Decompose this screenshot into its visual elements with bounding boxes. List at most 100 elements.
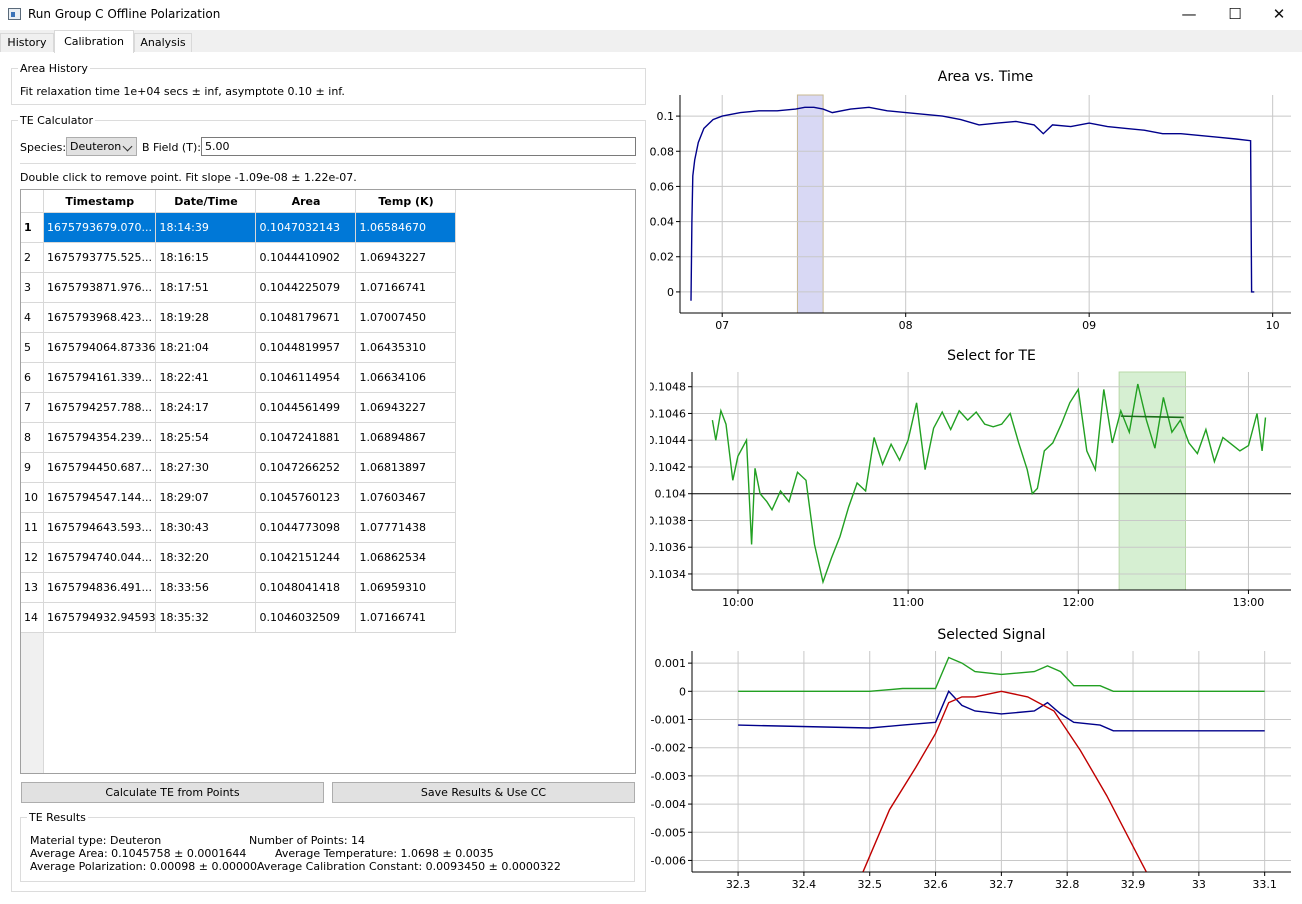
cell-timestamp[interactable]: 1675793968.423... <box>43 302 157 333</box>
table-row[interactable]: 14 1675794932.94593 18:35:32 0.1046032509 1.… <box>21 602 457 633</box>
cell-timestamp[interactable]: 1675794161.339... <box>43 362 157 393</box>
cell-datetime[interactable]: 18:21:04 <box>155 332 257 363</box>
table-row[interactable]: 6 1675794161.339... 18:22:41 0.1046114954 1.… <box>21 362 457 393</box>
cell-temp[interactable]: 1.06813897 <box>355 452 457 483</box>
cell-temp[interactable]: 1.06584670 <box>355 212 457 243</box>
cell-temp[interactable]: 1.06943227 <box>355 242 457 273</box>
row-header[interactable]: 11 <box>21 512 44 543</box>
tab-analysis[interactable]: Analysis <box>134 33 192 52</box>
cell-area[interactable]: 0.1044561499 <box>255 392 357 423</box>
cell-area[interactable]: 0.1047032143 <box>255 212 357 243</box>
cell-area[interactable]: 0.1048041418 <box>255 572 357 603</box>
cell-temp[interactable]: 1.06435310 <box>355 332 457 363</box>
row-header[interactable]: 5 <box>21 332 44 363</box>
cell-temp[interactable]: 1.07166741 <box>355 272 457 303</box>
cell-area[interactable]: 0.1046032509 <box>255 602 357 633</box>
cell-timestamp[interactable]: 1675793871.976... <box>43 272 157 303</box>
cell-area[interactable]: 0.1044819957 <box>255 332 357 363</box>
row-header[interactable]: 2 <box>21 242 44 273</box>
cell-datetime[interactable]: 18:24:17 <box>155 392 257 423</box>
selected-signal-chart[interactable]: 32.3 32.4 32.5 32.6 32.7 32.8 32.9 33 33.1 -0.006… <box>650 647 1300 892</box>
table-row[interactable]: 1 1675793679.070... 18:14:39 0.1047032143 1.… <box>21 212 457 243</box>
col-header-area[interactable]: Area <box>255 190 357 213</box>
tab-history[interactable]: History <box>0 33 54 52</box>
cell-timestamp[interactable]: 1675794354.239... <box>43 422 157 453</box>
cell-timestamp[interactable]: 1675794740.044... <box>43 542 157 573</box>
cell-temp[interactable]: 1.07007450 <box>355 302 457 333</box>
table-row[interactable]: 3 1675793871.976... 18:17:51 0.1044225079 1.… <box>21 272 457 303</box>
cell-datetime[interactable]: 18:19:28 <box>155 302 257 333</box>
cell-datetime[interactable]: 18:25:54 <box>155 422 257 453</box>
cell-datetime[interactable]: 18:14:39 <box>155 212 257 243</box>
table-row[interactable]: 2 1675793775.525... 18:16:15 0.1044410902 1.… <box>21 242 457 273</box>
cell-timestamp[interactable]: 1675794932.94593 <box>43 602 157 633</box>
row-header[interactable]: 6 <box>21 362 44 393</box>
cell-area[interactable]: 0.1047266252 <box>255 452 357 483</box>
cell-timestamp[interactable]: 1675794064.87336 <box>43 332 157 363</box>
cell-timestamp[interactable]: 1675793775.525... <box>43 242 157 273</box>
minimize-button[interactable]: — <box>1166 0 1212 30</box>
row-header[interactable]: 14 <box>21 602 44 633</box>
table-row[interactable]: 11 1675794643.593... 18:30:43 0.1044773098 1… <box>21 512 457 543</box>
table-row[interactable]: 4 1675793968.423... 18:19:28 0.1048179671 1.… <box>21 302 457 333</box>
select-for-te-chart[interactable]: 10:00 11:00 12:00 13:00 0.1034 0.1036 0.1038 0.… <box>650 368 1300 613</box>
cell-timestamp[interactable]: 1675793679.070... <box>43 212 157 243</box>
row-header[interactable]: 12 <box>21 542 44 573</box>
row-header[interactable]: 4 <box>21 302 44 333</box>
cell-datetime[interactable]: 18:33:56 <box>155 572 257 603</box>
cell-datetime[interactable]: 18:30:43 <box>155 512 257 543</box>
col-header-temp[interactable]: Temp (K) <box>355 190 457 213</box>
cell-temp[interactable]: 1.06959310 <box>355 572 457 603</box>
species-dropdown[interactable]: Deuteron <box>66 137 137 156</box>
cell-datetime[interactable]: 18:27:30 <box>155 452 257 483</box>
row-header[interactable]: 9 <box>21 452 44 483</box>
col-header-datetime[interactable]: Date/Time <box>155 190 257 213</box>
cell-temp[interactable]: 1.07603467 <box>355 482 457 513</box>
row-header[interactable]: 8 <box>21 422 44 453</box>
cell-area[interactable]: 0.1044410902 <box>255 242 357 273</box>
table-row[interactable]: 9 1675794450.687... 18:27:30 0.1047266252 1.… <box>21 452 457 483</box>
cell-area[interactable]: 0.1044225079 <box>255 272 357 303</box>
cell-timestamp[interactable]: 1675794643.593... <box>43 512 157 543</box>
cell-area[interactable]: 0.1047241881 <box>255 422 357 453</box>
cell-temp[interactable]: 1.06894867 <box>355 422 457 453</box>
table-row[interactable]: 5 1675794064.87336 18:21:04 0.1044819957 1.0… <box>21 332 457 363</box>
row-header[interactable]: 7 <box>21 392 44 423</box>
table-row[interactable]: 10 1675794547.144... 18:29:07 0.1045760123 1… <box>21 482 457 513</box>
maximize-button[interactable]: ☐ <box>1212 0 1258 30</box>
close-button[interactable]: ✕ <box>1256 0 1302 30</box>
cell-area[interactable]: 0.1042151244 <box>255 542 357 573</box>
calculate-te-button[interactable]: Calculate TE from Points <box>21 782 324 803</box>
cell-timestamp[interactable]: 1675794547.144... <box>43 482 157 513</box>
cell-datetime[interactable]: 18:16:15 <box>155 242 257 273</box>
table-row[interactable]: 12 1675794740.044... 18:32:20 0.1042151244 1… <box>21 542 457 573</box>
area-vs-time-chart[interactable]: 07 08 09 10 0 0.02 0.04 0.06 0.08 0.1 <box>650 90 1300 335</box>
row-header[interactable]: 3 <box>21 272 44 303</box>
row-header[interactable]: 13 <box>21 572 44 603</box>
row-header[interactable]: 1 <box>21 212 44 243</box>
cell-timestamp[interactable]: 1675794257.788... <box>43 392 157 423</box>
table-row[interactable]: 13 1675794836.491... 18:33:56 0.1048041418 1… <box>21 572 457 603</box>
cell-datetime[interactable]: 18:29:07 <box>155 482 257 513</box>
cell-temp[interactable]: 1.06862534 <box>355 542 457 573</box>
cell-area[interactable]: 0.1044773098 <box>255 512 357 543</box>
cell-area[interactable]: 0.1045760123 <box>255 482 357 513</box>
cell-temp[interactable]: 1.07771438 <box>355 512 457 543</box>
table-row[interactable]: 8 1675794354.239... 18:25:54 0.1047241881 1.… <box>21 422 457 453</box>
save-results-button[interactable]: Save Results & Use CC <box>332 782 635 803</box>
cell-timestamp[interactable]: 1675794450.687... <box>43 452 157 483</box>
cell-area[interactable]: 0.1046114954 <box>255 362 357 393</box>
col-header-timestamp[interactable]: Timestamp <box>43 190 157 213</box>
cell-datetime[interactable]: 18:17:51 <box>155 272 257 303</box>
cell-datetime[interactable]: 18:32:20 <box>155 542 257 573</box>
cell-temp[interactable]: 1.06943227 <box>355 392 457 423</box>
te-points-table[interactable]: Timestamp Date/Time Area Temp (K) 1 16757… <box>20 189 636 774</box>
cell-datetime[interactable]: 18:35:32 <box>155 602 257 633</box>
cell-datetime[interactable]: 18:22:41 <box>155 362 257 393</box>
cell-timestamp[interactable]: 1675794836.491... <box>43 572 157 603</box>
bfield-input[interactable]: 5.00 <box>201 137 636 156</box>
cell-temp[interactable]: 1.06634106 <box>355 362 457 393</box>
cell-area[interactable]: 0.1048179671 <box>255 302 357 333</box>
row-header[interactable]: 10 <box>21 482 44 513</box>
tab-calibration[interactable]: Calibration <box>54 30 134 53</box>
